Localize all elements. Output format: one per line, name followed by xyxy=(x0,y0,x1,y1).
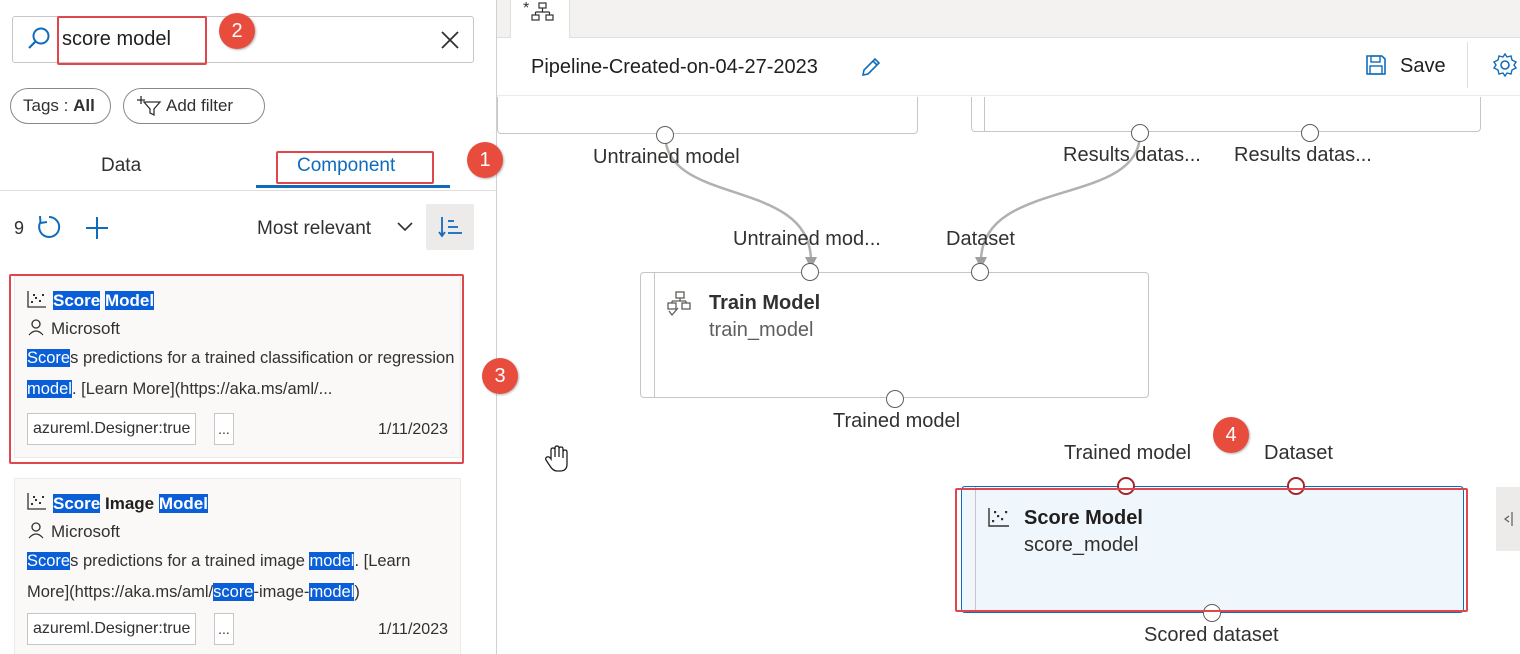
settings-gear-icon[interactable] xyxy=(1492,52,1518,78)
node-stripe xyxy=(654,273,655,397)
person-icon xyxy=(28,522,44,539)
annotation-badge: 3 xyxy=(482,358,518,394)
pipeline-icon xyxy=(531,2,554,21)
output-port[interactable] xyxy=(656,126,674,144)
card-title-word: Image xyxy=(104,494,155,513)
node-subtitle: train_model xyxy=(709,319,814,341)
annotation-badge: 2 xyxy=(219,13,255,49)
pipeline-title: Pipeline-Created-on-04-27-2023 xyxy=(531,56,818,78)
upstream-node-right[interactable] xyxy=(971,97,1481,132)
node-stripe xyxy=(984,97,985,131)
pipeline-toolbar: Pipeline-Created-on-04-27-2023 Save xyxy=(497,38,1520,96)
tags-value: All xyxy=(73,96,95,115)
save-label: Save xyxy=(1400,55,1446,77)
upstream-node-left[interactable] xyxy=(497,97,918,134)
sort-dropdown[interactable]: Most relevant xyxy=(257,218,371,240)
desc-part: s predictions for a trained image xyxy=(70,552,310,570)
add-filter-button[interactable]: Add filter xyxy=(123,88,265,124)
result-count: 9 xyxy=(14,218,25,238)
desc-part: -image- xyxy=(253,583,310,601)
component-card[interactable]: Score Image Model Microsoft Scores predi… xyxy=(14,478,461,654)
card-more-tags[interactable]: ... xyxy=(214,613,234,645)
annotation-box-component-tab xyxy=(276,151,434,184)
card-title: Score Image Model xyxy=(53,494,208,514)
port-label: Results datas... xyxy=(1234,144,1372,166)
card-tag[interactable]: azureml.Designer:true xyxy=(27,613,197,645)
train-model-node[interactable]: Train Model train_model xyxy=(640,272,1149,398)
tabs-divider xyxy=(0,190,496,191)
card-title-word: Score xyxy=(53,494,101,513)
node-title: Train Model xyxy=(709,292,821,314)
output-port[interactable] xyxy=(886,390,904,408)
train-model-icon xyxy=(667,291,691,317)
sort-order-icon xyxy=(438,217,462,238)
edit-icon[interactable] xyxy=(859,55,883,79)
annotation-box-search xyxy=(57,16,207,65)
input-port[interactable] xyxy=(801,263,819,281)
output-port[interactable] xyxy=(1131,124,1149,142)
desc-part: model xyxy=(309,583,355,601)
search-icon xyxy=(28,27,50,49)
tags-filter[interactable]: Tags : All xyxy=(10,88,111,124)
output-port[interactable] xyxy=(1301,124,1319,142)
annotation-box-node xyxy=(955,488,1468,612)
tab-active-indicator xyxy=(256,185,450,188)
toolbar-divider xyxy=(1467,42,1468,88)
save-button[interactable]: Save xyxy=(1363,50,1449,84)
port-label: Results datas... xyxy=(1063,144,1201,166)
desc-part: ) xyxy=(354,583,360,601)
add-icon[interactable] xyxy=(84,215,110,241)
unsaved-marker: * xyxy=(523,0,530,17)
tab-data[interactable]: Data xyxy=(101,155,141,177)
desc-part: model xyxy=(309,552,355,570)
add-filter-icon xyxy=(137,96,162,117)
annotation-badge: 4 xyxy=(1213,417,1249,453)
refresh-icon[interactable] xyxy=(36,214,62,240)
chevron-down-icon[interactable] xyxy=(396,220,414,234)
scatter-icon xyxy=(27,493,46,510)
annotation-badge: 1 xyxy=(467,142,503,178)
tags-label: Tags : xyxy=(23,96,74,115)
save-icon xyxy=(1366,55,1386,75)
desc-part: Score xyxy=(27,552,71,570)
clear-search-icon[interactable] xyxy=(440,30,460,50)
tab-strip xyxy=(497,0,1520,38)
port-label: Untrained model xyxy=(593,146,740,168)
input-port[interactable] xyxy=(971,263,989,281)
sort-order-button[interactable] xyxy=(426,204,474,250)
annotation-box-card xyxy=(9,274,464,464)
port-label: Trained model xyxy=(833,410,961,432)
port-label: Dataset xyxy=(1264,442,1333,464)
properties-collapse-tab[interactable] xyxy=(1496,487,1520,551)
port-label: Trained model xyxy=(1064,442,1192,464)
hand-cursor-icon xyxy=(545,445,568,472)
port-label: Dataset xyxy=(946,228,1015,250)
port-label: Scored dataset xyxy=(1144,624,1279,646)
pipeline-tab[interactable]: * xyxy=(510,0,570,39)
card-description: Scores predictions for a trained image m… xyxy=(27,546,457,608)
desc-part: score xyxy=(213,583,254,601)
card-date: 1/11/2023 xyxy=(378,621,448,638)
add-filter-label: Add filter xyxy=(166,96,234,115)
expand-panel-icon xyxy=(1504,512,1513,526)
card-owner: Microsoft xyxy=(51,522,120,541)
port-label: Untrained mod... xyxy=(733,228,881,250)
card-title-word: Model xyxy=(158,494,208,513)
